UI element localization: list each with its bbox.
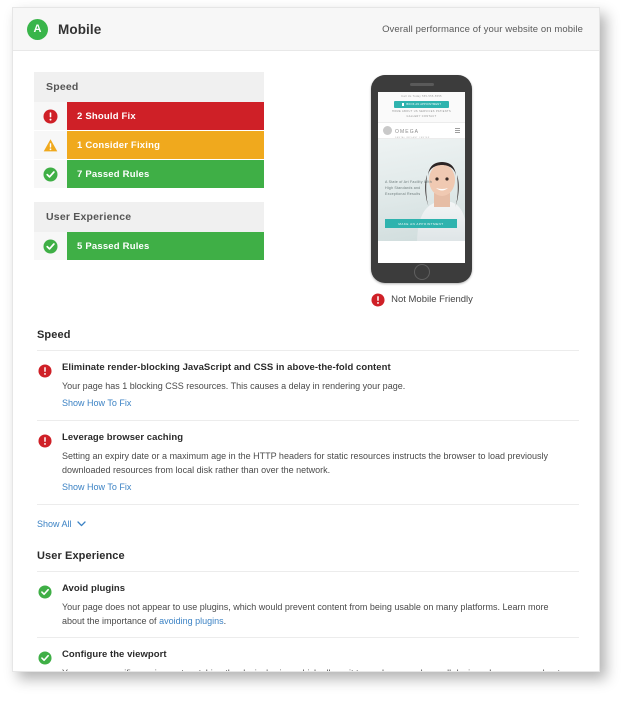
section-heading-speed: Speed [37,329,71,341]
rule-description: Your page specifies a viewport matching … [62,666,573,671]
site-nav-line-2: GALLERY CONTACT [406,114,437,118]
section-heading-user-experience: User Experience [37,550,125,562]
hero-headline: A State of Art Facility With High Standa… [385,180,432,196]
rule-body: Eliminate render-blocking JavaScript and… [62,362,579,411]
show-all-label: Show All [37,519,72,529]
mobile-report-card: A Mobile Overall performance of your web… [12,7,600,672]
page-title: Mobile [58,21,102,37]
site-cta-label: BOOK AN APPOINTMENT [406,103,442,106]
site-hero: A State of Art Facility With High Standa… [378,139,465,241]
panel-title-user-experience: User Experience [34,202,264,232]
phone-screen: Call Us Today 555-555-5555 BOOK AN APPOI… [378,92,465,263]
mobile-preview: Call Us Today 555-555-5555 BOOK AN APPOI… [264,72,579,323]
rule-title: Leverage browser caching [62,432,184,443]
omega-logo-icon [383,126,392,135]
error-icon [37,362,62,411]
chevron-down-icon [76,521,86,527]
pass-icon [37,649,62,671]
rule-description-text: Your page has 1 blocking CSS resources. … [62,381,406,391]
site-cta-row: BOOK AN APPOINTMENT [378,101,465,110]
phone-speaker [409,83,434,86]
metric-row-passed-rules-ux[interactable]: 5 Passed Rules [34,232,264,261]
rule-title: Configure the viewport [62,649,167,660]
metric-bar-passed-rules-ux: 5 Passed Rules [67,232,264,260]
error-icon [370,292,385,307]
rule-description-suffix: . [223,616,227,626]
rule-description: Your page does not appear to use plugins… [62,600,573,628]
phone-frame: Call Us Today 555-555-5555 BOOK AN APPOI… [371,75,472,283]
rule-description-text: Your page specifies a viewport matching … [62,668,560,671]
grade-badge: A [27,18,48,40]
avoiding-plugins-link[interactable]: avoiding plugins [159,616,224,626]
rule-item: Configure the viewport Your page specifi… [37,637,579,671]
metric-label: 7 Passed Rules [77,168,150,180]
report-header: A Mobile Overall performance of your web… [13,8,599,51]
metric-label: 2 Should Fix [77,110,136,122]
rule-item: Avoid plugins Your page does not appear … [37,571,579,637]
report-body: Speed 2 Should Fix 1 Consider Fixing 7 P… [13,51,599,671]
metric-bar-should-fix: 2 Should Fix [67,102,264,130]
metric-bar-consider-fixing: 1 Consider Fixing [67,131,264,159]
mobile-friendly-status: Not Mobile Friendly [370,292,473,307]
show-all-row-speed: Show All [37,504,579,544]
pass-icon [37,583,62,628]
grade-letter: A [33,23,42,35]
rule-description-text: Your page does not appear to use plugins… [62,602,549,626]
hero-appointment-button: MAKE AN APPOINTMENT [385,219,457,228]
show-all-speed-button[interactable]: Show All [37,519,86,529]
pass-icon [34,160,67,188]
metric-row-consider-fixing[interactable]: 1 Consider Fixing [34,131,264,160]
summary-region: Speed 2 Should Fix 1 Consider Fixing 7 P… [13,51,599,323]
rule-item: Leverage browser caching Setting an expi… [37,420,579,504]
show-how-to-fix-link[interactable]: Show How To Fix [62,398,131,408]
mobile-friendly-label: Not Mobile Friendly [391,294,473,305]
rule-body: Configure the viewport Your page specifi… [62,649,579,671]
pass-icon [34,232,67,260]
summary-panels: Speed 2 Should Fix 1 Consider Fixing 7 P… [34,72,264,323]
metric-label: 1 Consider Fixing [77,139,161,151]
phone-home-button [413,264,430,280]
summary-panel-speed: Speed 2 Should Fix 1 Consider Fixing 7 P… [34,72,264,189]
rule-description-text: Setting an expiry date or a maximum age … [62,451,549,475]
summary-panel-user-experience: User Experience 5 Passed Rules [34,202,264,261]
metric-row-should-fix[interactable]: 2 Should Fix [34,102,264,131]
metric-bar-passed-rules-speed: 7 Passed Rules [67,160,264,188]
header-subtitle: Overall performance of your website on m… [382,23,583,35]
rule-description: Setting an expiry date or a maximum age … [62,449,573,477]
site-logo-row: OMEGA DENTAL IMPLANT CENTER [378,122,465,139]
error-icon [34,102,67,130]
rule-item: Eliminate render-blocking JavaScript and… [37,350,579,420]
hamburger-menu-icon [455,128,460,133]
site-logo-text: OMEGA DENTAL IMPLANT CENTER [395,121,430,140]
panel-title-speed: Speed [34,72,264,102]
details-region: Speed Eliminate render-blocking JavaScri… [13,323,599,671]
rule-description: Your page has 1 blocking CSS resources. … [62,379,573,393]
rule-title: Avoid plugins [62,583,126,594]
warning-icon [34,131,67,159]
rule-title: Eliminate render-blocking JavaScript and… [62,362,391,373]
site-topline: Call Us Today 555-555-5555 [378,92,465,101]
rule-body: Avoid plugins Your page does not appear … [62,583,579,628]
rule-body: Leverage browser caching Setting an expi… [62,432,579,495]
site-logo-name: OMEGA [395,129,420,136]
error-icon [37,432,62,495]
metric-row-passed-rules-speed[interactable]: 7 Passed Rules [34,160,264,189]
calendar-icon [401,103,405,106]
show-how-to-fix-link[interactable]: Show How To Fix [62,482,131,492]
metric-label: 5 Passed Rules [77,240,150,252]
site-cta-button: BOOK AN APPOINTMENT [393,101,450,108]
